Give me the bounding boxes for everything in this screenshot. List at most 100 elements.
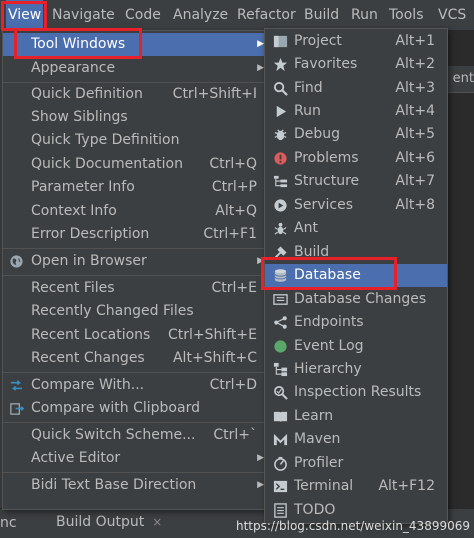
menu-item-label: Profiler — [294, 455, 344, 471]
menu-item-shortcut: Ctrl+F1 — [203, 226, 257, 242]
tool-window-ant[interactable]: Ant — [265, 217, 447, 240]
tool-window-services[interactable]: Services Alt+8 — [265, 194, 447, 217]
menu-item-label: Quick Switch Scheme... — [31, 427, 196, 443]
menu-build[interactable]: Build — [302, 0, 341, 30]
tool-windows-submenu: Project Alt+1 Favorites Alt+2 Find Alt+3… — [264, 28, 448, 524]
menu-item-label: Recent Files — [31, 280, 115, 296]
menu-run[interactable]: Run — [349, 0, 380, 30]
close-icon[interactable]: × — [152, 515, 162, 529]
star-icon — [273, 57, 288, 72]
menu-item-tool-windows[interactable]: Tool Windows ▶ — [3, 33, 269, 56]
tool-window-profiler[interactable]: Profiler — [265, 452, 447, 475]
menu-separator — [3, 472, 269, 473]
tool-window-problems[interactable]: Problems Alt+6 — [265, 147, 447, 170]
menu-item-bidi-text-base-direction[interactable]: Bidi Text Base Direction ▶ — [3, 474, 269, 497]
menu-separator — [3, 422, 269, 423]
tool-window-learn[interactable]: Learn — [265, 405, 447, 428]
menu-item-recent-changes[interactable]: Recent Changes Alt+Shift+C — [3, 347, 269, 370]
menu-item-label: Learn — [294, 408, 334, 424]
ant-icon — [274, 222, 287, 235]
submenu-arrow-icon: ▶ — [257, 39, 264, 49]
menu-item-label: Problems — [294, 150, 359, 166]
menu-item-shortcut: Ctrl+Q — [209, 156, 257, 172]
tool-window-find[interactable]: Find Alt+3 — [265, 77, 447, 100]
submenu-arrow-icon: ▶ — [257, 256, 264, 266]
menu-item-label: Project — [294, 33, 342, 49]
menu-item-label: Inspection Results — [294, 384, 422, 400]
menu-item-label: Recently Changed Files — [31, 303, 194, 319]
tool-window-run[interactable]: Run Alt+4 — [265, 100, 447, 123]
menu-navigate[interactable]: Navigate — [50, 0, 117, 30]
menu-item-recent-locations[interactable]: Recent Locations Ctrl+Shift+E — [3, 324, 269, 347]
tool-window-hierarchy[interactable]: Hierarchy — [265, 358, 447, 381]
menu-item-label: Quick Documentation — [31, 156, 183, 172]
tool-window-debug[interactable]: Debug Alt+5 — [265, 123, 447, 146]
menu-item-error-description[interactable]: Error Description Ctrl+F1 — [3, 223, 269, 246]
tool-window-database-changes[interactable]: Database Changes — [265, 288, 447, 311]
tool-window-event-log[interactable]: Event Log — [265, 335, 447, 358]
database-icon — [274, 269, 287, 282]
menu-separator — [3, 275, 269, 276]
menu-item-quick-definition[interactable]: Quick Definition Ctrl+Shift+I — [3, 83, 269, 106]
menu-item-shortcut: Alt+6 — [395, 150, 435, 166]
menu-refactor[interactable]: Refactor — [235, 0, 298, 30]
menu-item-label: Bidi Text Base Direction — [31, 477, 197, 493]
menu-item-compare-with[interactable]: Compare With... Ctrl+D — [3, 374, 269, 397]
menu-item-shortcut: Alt+Shift+C — [172, 350, 257, 366]
submenu-arrow-icon: ▶ — [257, 480, 264, 490]
menu-analyze[interactable]: Analyze — [171, 0, 230, 30]
tool-window-inspection-results[interactable]: Inspection Results — [265, 381, 447, 404]
menu-item-label: Endpoints — [294, 314, 364, 330]
view-menu: Tool Windows ▶ Appearance ▶ Quick Defini… — [2, 30, 270, 510]
terminal-icon — [273, 480, 288, 493]
menu-item-parameter-info[interactable]: Parameter Info Ctrl+P — [3, 176, 269, 199]
menu-item-quick-switch-scheme[interactable]: Quick Switch Scheme... Ctrl+` — [3, 424, 269, 447]
menu-item-appearance[interactable]: Appearance ▶ — [3, 57, 269, 80]
tool-window-endpoints[interactable]: Endpoints — [265, 311, 447, 334]
menu-separator — [3, 248, 269, 249]
project-icon — [273, 35, 288, 48]
menu-item-label: Quick Type Definition — [31, 132, 180, 148]
menu-item-label: Appearance — [31, 60, 116, 76]
menu-item-shortcut: Ctrl+` — [213, 427, 257, 443]
menu-item-label: Parameter Info — [31, 179, 135, 195]
tool-window-favorites[interactable]: Favorites Alt+2 — [265, 53, 447, 76]
submenu-arrow-icon: ▶ — [257, 453, 264, 463]
menu-tools[interactable]: Tools — [387, 0, 426, 30]
menu-item-shortcut: Alt+3 — [395, 80, 435, 96]
menu-item-show-siblings[interactable]: Show Siblings — [3, 106, 269, 129]
learn-icon — [273, 411, 288, 423]
editor-tab-fragment[interactable]: ent — [453, 71, 474, 86]
menu-item-label: Active Editor — [31, 450, 121, 466]
run-icon — [276, 105, 287, 118]
tool-window-structure[interactable]: Structure Alt+7 — [265, 170, 447, 193]
build-output-tab[interactable]: Build Output × — [46, 509, 172, 538]
structure-icon — [273, 175, 288, 188]
globe-icon — [10, 255, 23, 268]
tool-window-terminal[interactable]: Terminal Alt+F12 — [265, 475, 447, 498]
menu-item-recent-files[interactable]: Recent Files Ctrl+E — [3, 277, 269, 300]
menu-vcs[interactable]: VCS — [436, 0, 468, 30]
menu-item-compare-with-clipboard[interactable]: Compare with Clipboard — [3, 397, 269, 420]
tool-window-database[interactable]: Database — [265, 264, 447, 287]
menu-item-label: Show Siblings — [31, 109, 128, 125]
tool-window-project[interactable]: Project Alt+1 — [265, 30, 447, 53]
bottom-tab-fragment[interactable]: nc — [0, 515, 17, 531]
menu-view[interactable]: View — [6, 0, 44, 30]
menu-item-recently-changed-files[interactable]: Recently Changed Files — [3, 300, 269, 323]
menu-item-context-info[interactable]: Context Info Alt+Q — [3, 200, 269, 223]
tool-window-build[interactable]: Build — [265, 241, 447, 264]
menu-item-quick-documentation[interactable]: Quick Documentation Ctrl+Q — [3, 153, 269, 176]
menu-item-open-in-browser[interactable]: Open in Browser ▶ — [3, 250, 269, 273]
menu-item-active-editor[interactable]: Active Editor ▶ — [3, 447, 269, 470]
menu-item-label: Context Info — [31, 203, 117, 219]
menu-item-shortcut: Ctrl+E — [211, 280, 258, 296]
menu-item-label: Open in Browser — [31, 253, 147, 269]
menu-item-quick-type-definition[interactable]: Quick Type Definition — [3, 129, 269, 152]
compare-icon — [10, 380, 23, 391]
tool-window-maven[interactable]: Maven — [265, 428, 447, 451]
menu-code[interactable]: Code — [123, 0, 163, 30]
menu-item-label: Compare with Clipboard — [31, 400, 200, 416]
menu-item-label: Services — [294, 197, 354, 213]
menu-item-shortcut: Ctrl+Shift+E — [167, 327, 257, 343]
